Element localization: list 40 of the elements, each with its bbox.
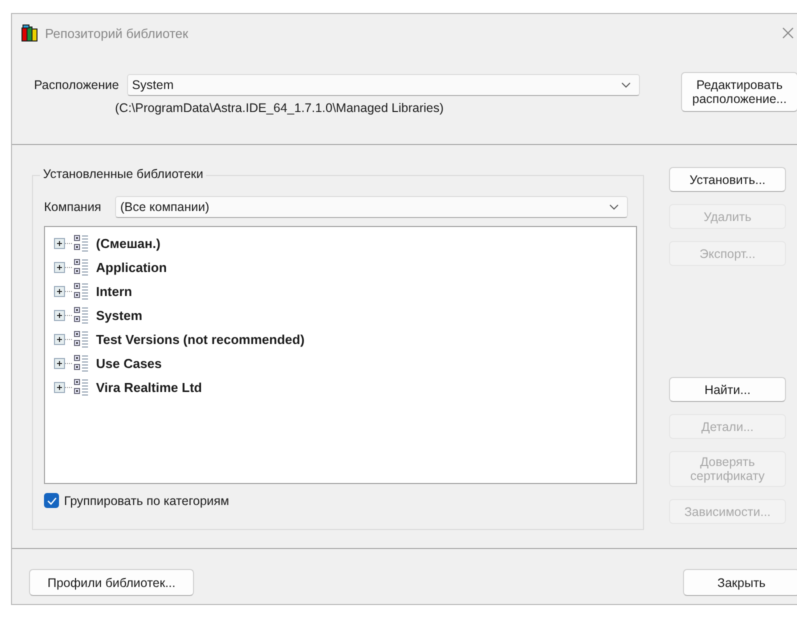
list-icon — [73, 234, 91, 252]
tree-item[interactable]: (Смешан.) — [96, 236, 160, 250]
tree-item[interactable]: Vira Realtime Ltd — [96, 380, 202, 394]
location-path: (C:\ProgramData\Astra.IDE_64_1.7.1.0\Managed Libraries) — [115, 101, 445, 115]
list-icon — [73, 258, 91, 276]
close-button[interactable]: Закрыть — [683, 569, 797, 596]
list-icon — [73, 378, 91, 396]
chevron-icon — [620, 82, 631, 88]
field-label: Компания — [44, 200, 102, 214]
edit-location-button[interactable]: Редактировать расположение... — [681, 72, 797, 112]
expand-icon[interactable] — [54, 262, 72, 272]
expand-icon[interactable] — [54, 238, 72, 248]
tree-item[interactable]: Intern — [96, 284, 132, 298]
tree-item[interactable]: Use Cases — [96, 356, 162, 370]
tree-item[interactable]: System — [96, 308, 142, 322]
expand-icon[interactable] — [54, 382, 72, 392]
library-profiles-button[interactable]: Профили библиотек... — [29, 569, 194, 596]
side-button[interactable]: Установить... — [669, 167, 786, 192]
side-button[interactable]: Найти... — [669, 377, 786, 402]
checkbox-label: Группировать по категориям — [64, 494, 230, 508]
expand-icon[interactable] — [54, 310, 72, 320]
group-title: Установленные библиотеки — [40, 167, 206, 181]
window-title: Репозиторий библиотек — [45, 26, 188, 40]
expand-icon[interactable] — [54, 334, 72, 344]
location-dropdown[interactable]: System — [126, 74, 640, 96]
checkbox[interactable] — [44, 493, 59, 508]
checkmark-icon — [46, 496, 56, 504]
list-icon — [73, 354, 91, 372]
field-label: Расположение — [34, 78, 119, 92]
company-dropdown[interactable]: (Все компании) — [115, 196, 628, 218]
books-icon — [21, 24, 39, 42]
chevron-icon — [609, 204, 620, 210]
list-icon — [73, 282, 91, 300]
expand-icon[interactable] — [54, 358, 72, 368]
list-icon — [73, 306, 91, 324]
tree-item[interactable]: Application — [96, 260, 167, 274]
expand-icon[interactable] — [54, 286, 72, 296]
tree-item[interactable]: Test Versions (not recommended) — [96, 332, 305, 346]
close-icon[interactable] — [782, 27, 794, 39]
list-icon — [73, 330, 91, 348]
